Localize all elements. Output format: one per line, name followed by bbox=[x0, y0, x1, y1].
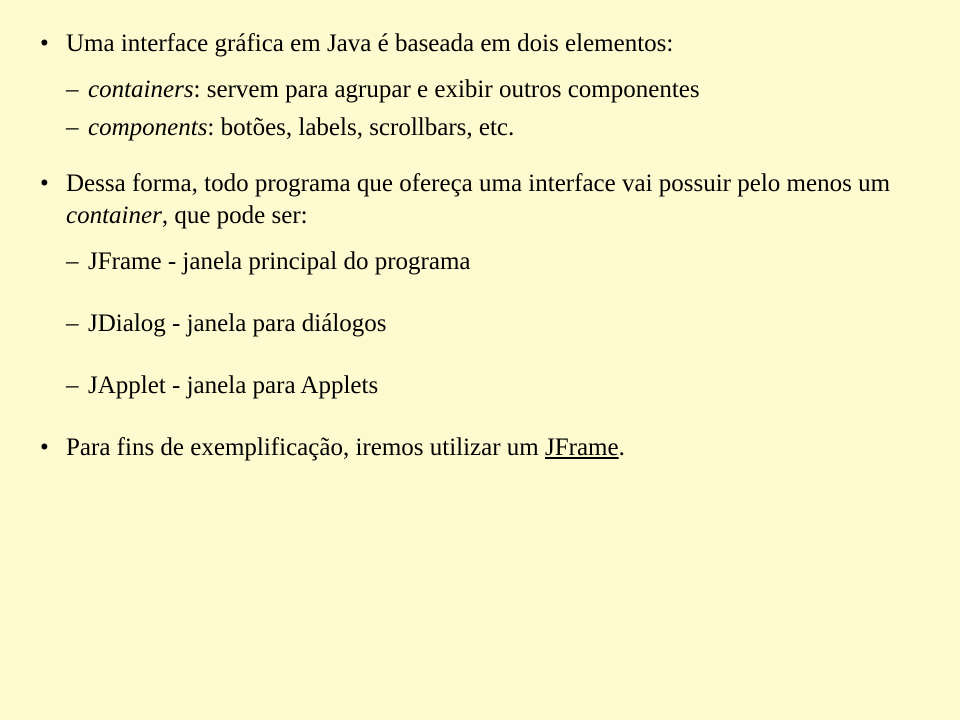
bullet-text-pre: Dessa forma, todo programa que ofereça u… bbox=[66, 170, 890, 197]
class-name: JFrame bbox=[88, 248, 162, 275]
sub-item: components: botões, labels, scrollbars, … bbox=[66, 112, 920, 144]
sub-list: JFrame - janela principal do programa JD… bbox=[66, 246, 920, 402]
bullet-item: Para fins de exemplificação, iremos util… bbox=[40, 432, 920, 464]
bullet-list: Uma interface gráfica em Java é baseada … bbox=[40, 28, 920, 464]
class-name: JApplet bbox=[88, 372, 166, 399]
sub-item: JDialog - janela para diálogos bbox=[66, 308, 920, 340]
sub-text: - janela para diálogos bbox=[166, 310, 387, 337]
bullet-text-post: , que pode ser: bbox=[162, 202, 308, 229]
bullet-text-post: . bbox=[619, 434, 625, 461]
sub-text: : servem para agrupar e exibir outros co… bbox=[194, 76, 700, 103]
term: components bbox=[88, 114, 207, 141]
bullet-text: Uma interface gráfica em Java é baseada … bbox=[66, 30, 673, 57]
link-text: JFrame bbox=[545, 434, 619, 461]
sub-list: containers: servem para agrupar e exibir… bbox=[66, 74, 920, 144]
bullet-text-pre: Para fins de exemplificação, iremos util… bbox=[66, 434, 545, 461]
sub-text: - janela para Applets bbox=[166, 372, 378, 399]
class-name: JDialog bbox=[88, 310, 166, 337]
term: containers bbox=[88, 76, 194, 103]
slide: Uma interface gráfica em Java é baseada … bbox=[0, 0, 960, 720]
term: container bbox=[66, 202, 162, 229]
sub-item: JApplet - janela para Applets bbox=[66, 370, 920, 402]
sub-text: : botões, labels, scrollbars, etc. bbox=[207, 114, 514, 141]
bullet-item: Dessa forma, todo programa que ofereça u… bbox=[40, 168, 920, 402]
sub-item: JFrame - janela principal do programa bbox=[66, 246, 920, 278]
sub-text: - janela principal do programa bbox=[162, 248, 471, 275]
bullet-item: Uma interface gráfica em Java é baseada … bbox=[40, 28, 920, 144]
sub-item: containers: servem para agrupar e exibir… bbox=[66, 74, 920, 106]
